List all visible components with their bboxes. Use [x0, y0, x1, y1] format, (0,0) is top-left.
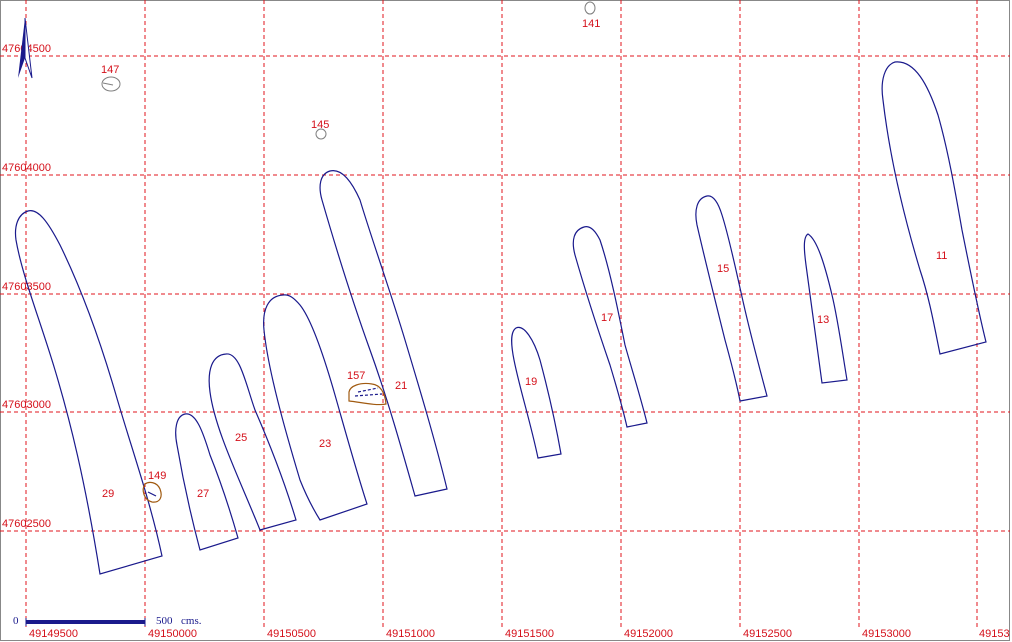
site-plan-map: 47604500 47604000 47603500 47603000 4760…	[0, 0, 1010, 641]
easting-labels: 49149500 49150000 49150500 49151000 4915…	[29, 628, 1010, 640]
feature-detail-147	[102, 82, 114, 86]
feature-outline-17[interactable]	[572, 225, 648, 428]
feature-label-149: 149	[148, 470, 166, 482]
northing-label: 47604000	[2, 162, 51, 174]
feature-outline-27[interactable]	[175, 413, 239, 551]
feature-label-145: 145	[311, 119, 329, 131]
easting-label: 49151000	[386, 628, 435, 640]
feature-detail-157	[354, 387, 383, 397]
feature-label-17: 17	[601, 312, 613, 324]
feature-outline-11[interactable]	[881, 61, 987, 355]
scale-start-label: 0	[13, 615, 19, 627]
feature-detail-149	[147, 491, 157, 497]
feature-outline-25[interactable]	[208, 353, 297, 531]
feature-label-15: 15	[717, 263, 729, 275]
easting-label: 49153	[979, 628, 1010, 640]
easting-grid	[25, 0, 978, 630]
feature-outline-15[interactable]	[695, 195, 768, 402]
feature-label-25: 25	[235, 432, 247, 444]
feature-label-21: 21	[395, 380, 407, 392]
feature-outline-19[interactable]	[511, 326, 562, 459]
easting-label: 49149500	[29, 628, 78, 640]
feature-outline-23[interactable]	[263, 294, 368, 521]
feature-label-23: 23	[319, 438, 331, 450]
feature-outline-21[interactable]	[319, 170, 448, 497]
feature-label-11: 11	[936, 250, 947, 262]
easting-label: 49152000	[624, 628, 673, 640]
feature-label-13: 13	[817, 314, 829, 326]
northing-label: 47602500	[2, 518, 51, 530]
feature-outline-141[interactable]	[584, 1, 596, 15]
feature-label-157: 157	[347, 370, 365, 382]
map-frame	[0, 0, 1010, 641]
northing-label: 47603000	[2, 399, 51, 411]
scale-bar-fill	[26, 620, 145, 624]
feature-label-29: 29	[102, 488, 114, 500]
feature-outline-147[interactable]	[101, 76, 121, 92]
feature-label-141: 141	[582, 18, 600, 30]
easting-label: 49153000	[862, 628, 911, 640]
easting-label: 49150500	[267, 628, 316, 640]
easting-label: 49151500	[505, 628, 554, 640]
feature-label-19: 19	[525, 376, 537, 388]
scale-unit-label: cms.	[181, 615, 202, 627]
easting-label: 49150000	[148, 628, 197, 640]
easting-label: 49152500	[743, 628, 792, 640]
scale-bar: 0 500 cms.	[13, 615, 202, 627]
feature-outline-13[interactable]	[803, 233, 848, 384]
feature-label-147: 147	[101, 64, 119, 76]
scale-end-label: 500	[156, 615, 173, 627]
feature-label-27: 27	[197, 488, 209, 500]
